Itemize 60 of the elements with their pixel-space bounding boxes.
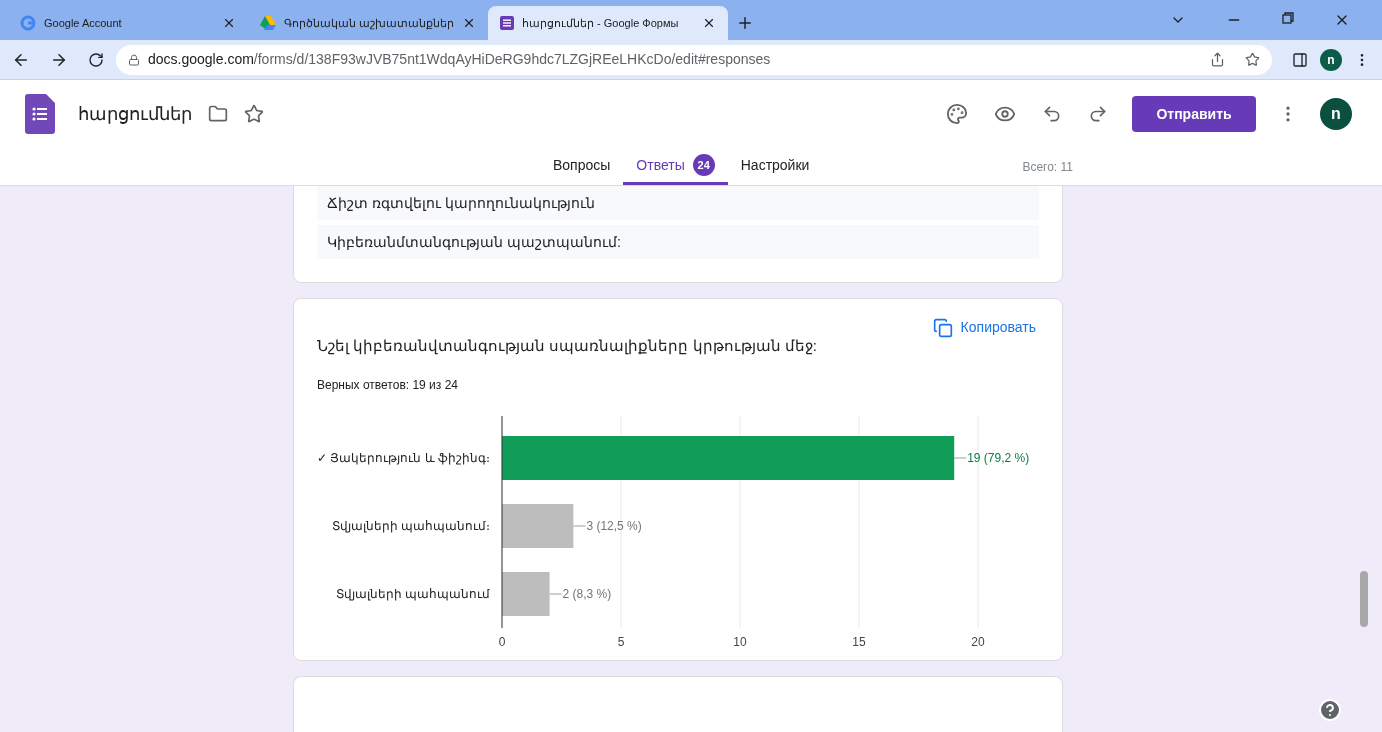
copy-icon bbox=[932, 317, 953, 338]
profile-avatar[interactable]: n bbox=[1320, 48, 1342, 71]
tab-label: Вопросы bbox=[553, 155, 611, 175]
tab-title: Google Account bbox=[44, 15, 123, 31]
forms-logo-icon[interactable] bbox=[25, 94, 55, 134]
count-badge: 24 bbox=[692, 154, 715, 176]
restore-icon[interactable] bbox=[1282, 12, 1294, 24]
send-button[interactable]: Отправить bbox=[1132, 96, 1256, 132]
close-icon[interactable] bbox=[702, 16, 716, 30]
reload-icon[interactable] bbox=[88, 51, 104, 68]
redo-icon[interactable] bbox=[1088, 104, 1108, 124]
value-label: 2 (8,3 %) bbox=[562, 586, 612, 601]
score-text: Верных ответов: 19 из 24 bbox=[317, 376, 459, 394]
folder-icon[interactable] bbox=[208, 104, 228, 124]
leader-line bbox=[953, 457, 967, 458]
share-icon[interactable] bbox=[1210, 52, 1225, 67]
form-title[interactable]: հարցումներ bbox=[78, 100, 192, 128]
answer-option: Կիբեռանմտանգության պաշտպանում: bbox=[317, 225, 1039, 259]
bar-label: Տվյալների պահպանում։ bbox=[331, 518, 490, 533]
lock-icon bbox=[128, 53, 140, 66]
tab-title: Գործնական աշխատանքներ bbox=[283, 15, 455, 32]
browser-tab[interactable]: Google Account bbox=[8, 6, 248, 40]
value-label: 3 (12,5 %) bbox=[586, 518, 642, 533]
browser-tab[interactable]: Գործնական աշխատանքներ bbox=[248, 6, 488, 40]
leader-line bbox=[572, 525, 586, 526]
address-bar[interactable]: docs.google.com/forms/d/138F93wJVB75nt1WdqAyHiDeRG9hdc7LZGjREeLHKcDo/edit#responses bbox=[116, 44, 1272, 75]
forms-logo-icon bbox=[500, 16, 514, 30]
answer-option: Ճիշտ ռգտվելու կարողունակություն bbox=[317, 186, 1039, 220]
star-icon[interactable] bbox=[1245, 52, 1260, 67]
browser-tab[interactable]: հարցումներ - Google Формы bbox=[488, 6, 728, 40]
bar-label: Տվյալների պահպանում bbox=[335, 586, 490, 601]
undo-icon[interactable] bbox=[1042, 104, 1062, 124]
drive-logo-icon bbox=[260, 16, 276, 30]
bar-label: ✓ Յակերություն և ֆիշինգ։ bbox=[317, 450, 490, 465]
form-tab[interactable]: Настройки bbox=[727, 148, 823, 185]
scrollbar-thumb[interactable] bbox=[1360, 571, 1368, 627]
axis-tick-label: 10 bbox=[733, 634, 747, 649]
star-icon[interactable] bbox=[244, 104, 264, 124]
palette-icon[interactable] bbox=[946, 103, 968, 125]
axis-tick-label: 5 bbox=[617, 634, 625, 649]
close-icon[interactable] bbox=[462, 16, 476, 30]
google-logo-icon bbox=[20, 15, 36, 31]
new-tab-icon[interactable] bbox=[736, 14, 754, 32]
tab-label: Настройки bbox=[740, 155, 810, 175]
copy-button[interactable]: Копировать bbox=[932, 317, 1036, 338]
question-text: Նշել կիբեռանվտանգության սպառնալիքները կրթության մեջ: bbox=[317, 336, 818, 357]
tab-label: Ответы bbox=[636, 155, 685, 175]
leader-line bbox=[549, 593, 563, 594]
close-icon[interactable] bbox=[222, 16, 236, 30]
total-count: Всего: 11 bbox=[1022, 158, 1073, 176]
axis-tick-label: 0 bbox=[498, 634, 506, 649]
url-text: docs.google.com/forms/d/138F93wJVB75nt1WdqAyHiDeRG9hdc7LZGjREeLHKcDo/edit#responses bbox=[148, 50, 771, 69]
user-avatar[interactable]: n bbox=[1320, 98, 1352, 130]
tab-title: հարցումներ - Google Формы bbox=[522, 15, 680, 32]
help-icon[interactable] bbox=[1318, 698, 1342, 722]
axis-tick-label: 15 bbox=[852, 634, 866, 649]
axis-tick-label: 20 bbox=[971, 634, 985, 649]
side-panel-icon[interactable] bbox=[1292, 51, 1308, 68]
value-label: 19 (79,2 %) bbox=[967, 450, 1030, 465]
form-tab[interactable]: Вопросы bbox=[540, 148, 624, 185]
